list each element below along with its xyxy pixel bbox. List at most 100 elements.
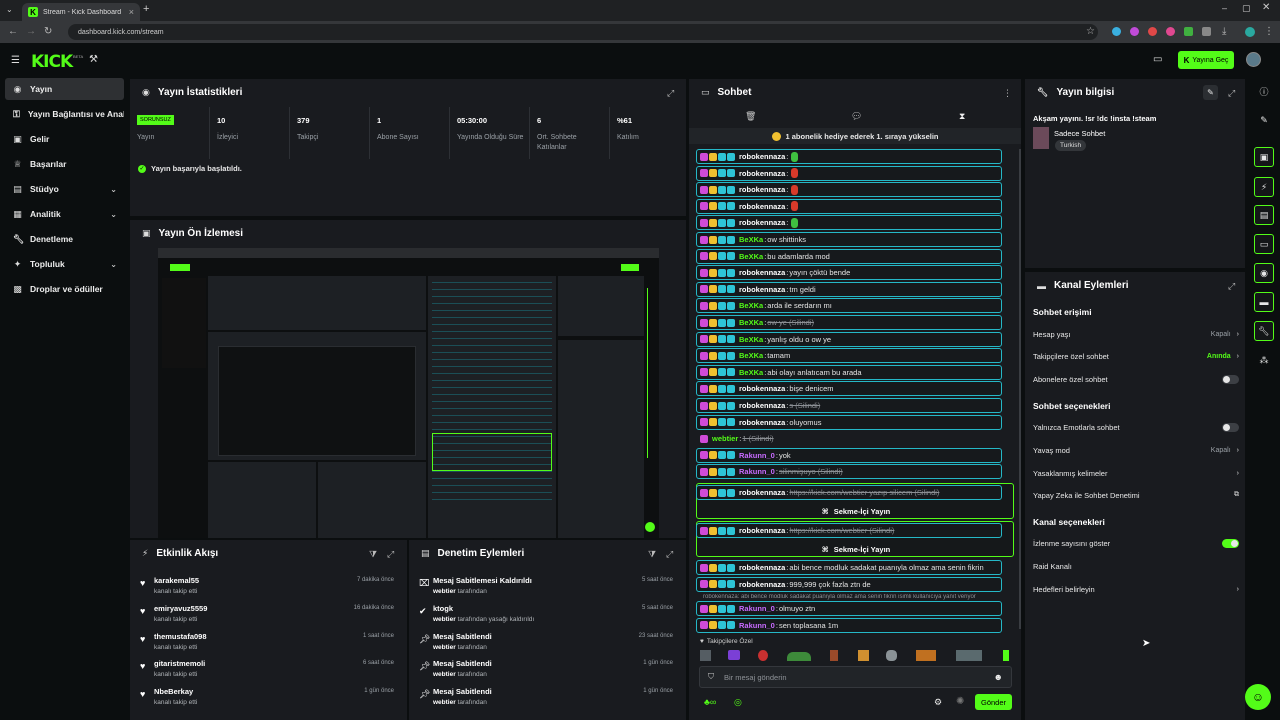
mod-actor[interactable]: webtier (433, 588, 456, 595)
hamburger-menu-icon[interactable]: ☰ (11, 55, 20, 66)
feed-user[interactable]: gitaristmemoli (154, 659, 205, 668)
sidebar-item-studyo[interactable]: ▤ Stüdyo ⌄ (5, 178, 124, 200)
chat-message[interactable]: webtier: 1 (Silindi) (696, 431, 1002, 446)
chat-username[interactable]: Rakunn_0 (739, 467, 775, 476)
trash-icon[interactable]: 🗑︎ (745, 111, 756, 122)
mod-actor[interactable]: webtier (433, 616, 456, 623)
chat-message[interactable]: robokennaza: yayın çöktü bende (696, 265, 1002, 281)
chat-username[interactable]: BeXKa (739, 318, 763, 327)
chat-username[interactable]: BeXKa (739, 301, 763, 310)
ai-moderation-row[interactable]: Yapay Zeka ile Sohbet Denetimi ⧉ (1033, 486, 1239, 504)
chat-username[interactable]: robokennaza (739, 401, 785, 410)
emote-icon[interactable] (758, 650, 768, 661)
sidebar-item-analitik[interactable]: ▦ Analitik ⌄ (5, 203, 124, 225)
in-tab-stream-button[interactable]: ⌘ Sekme-İçi Yayın (697, 502, 1015, 520)
emote-icon[interactable] (956, 650, 982, 661)
chat-message[interactable]: robokennaza: (696, 215, 1002, 231)
expand-icon[interactable]: ⤢ (1228, 88, 1235, 99)
extension-icon[interactable] (1202, 27, 1211, 36)
chat-username[interactable]: robokennaza (739, 488, 785, 497)
badge-icon[interactable]: ✺ (956, 696, 964, 707)
edit-pencil-icon[interactable]: ✎ (1254, 110, 1274, 130)
chat-username[interactable]: Rakunn_0 (739, 604, 775, 613)
extension-icon[interactable] (1148, 27, 1157, 36)
emote-icon[interactable] (886, 650, 897, 661)
chat-message[interactable]: robokennaza: https://kick.com/webtier ya… (696, 485, 1002, 500)
chat-message[interactable]: BeXKa: abi olayı anlatıcam bu arada (696, 364, 1002, 380)
stream-preview-video[interactable] (158, 248, 659, 538)
chat-username[interactable]: robokennaza (739, 580, 785, 589)
chat-message[interactable]: robokennaza: (696, 182, 1002, 198)
subscribers-only-toggle[interactable] (1222, 374, 1239, 384)
expand-icon[interactable]: ⤢ (1228, 281, 1235, 292)
extension-icon[interactable] (1184, 27, 1193, 36)
mod-actor[interactable]: webtier (433, 699, 456, 706)
rail-moderation-button[interactable]: ▤ (1254, 205, 1274, 225)
banned-words-row[interactable]: Yasaklanmış kelimeler › (1033, 464, 1239, 482)
help-chat-button[interactable]: ☺ (1245, 684, 1271, 710)
chat-username[interactable]: robokennaza (739, 418, 785, 427)
chat-message[interactable]: robokennaza: https://kick.com/webtier (S… (696, 523, 1002, 538)
feed-user[interactable]: emiryavuz5559 (154, 604, 207, 613)
mod-actor[interactable]: webtier (433, 671, 456, 678)
chat-message[interactable]: Rakunn_0: yok (696, 447, 1002, 463)
browser-menu-icon[interactable]: ⋮ (1264, 26, 1274, 37)
expand-icon[interactable]: ⤢ (666, 549, 673, 560)
chat-username[interactable]: robokennaza (739, 268, 785, 277)
kick-logo[interactable]: KICK (31, 52, 73, 72)
chat-input[interactable]: ⛉ Bir mesaj gönderin ☻ (699, 666, 1012, 688)
chat-username[interactable]: robokennaza (739, 384, 785, 393)
minimize-icon[interactable]: – (1222, 3, 1227, 13)
downloads-icon[interactable]: ⤓ (1222, 26, 1226, 37)
close-window-icon[interactable]: ✕ (1262, 2, 1270, 13)
show-viewcount-toggle[interactable] (1222, 538, 1239, 548)
chat-message[interactable]: robokennaza: tm geldi (696, 281, 1002, 297)
chat-username[interactable]: robokennaza (739, 185, 785, 194)
expand-icon[interactable]: ⤢ (387, 549, 394, 560)
sidebar-item-yayin[interactable]: ◉ Yayın (5, 78, 124, 100)
profile-avatar[interactable] (1245, 27, 1255, 37)
emoji-icon[interactable]: ☻ (994, 672, 1003, 682)
emote-icon[interactable] (700, 650, 711, 661)
loyalty-points-icon[interactable]: ♣∞ (704, 697, 716, 707)
rail-preview-button[interactable]: ▣ (1254, 147, 1274, 167)
sidebar-item-droplar[interactable]: ▩ Droplar ve ödüller (5, 278, 124, 300)
chat-username[interactable]: BeXKa (739, 335, 763, 344)
chat-message[interactable]: robokennaza: 999,999 çok fazla ztn de (696, 576, 1002, 592)
tab-menu-icon[interactable]: ⌄ (6, 5, 13, 14)
tools-icon[interactable]: ⚒ (89, 54, 98, 65)
extension-icon[interactable] (1130, 27, 1139, 36)
chat-message[interactable]: robokennaza: s (Silindi) (696, 398, 1002, 413)
sidebar-item-gelir[interactable]: ▣ Gelir (5, 128, 124, 150)
chat-username[interactable]: BeXKa (739, 351, 763, 360)
in-tab-stream-button[interactable]: ⌘ Sekme-İçi Yayın (697, 540, 1015, 558)
emote-only-toggle[interactable] (1222, 422, 1239, 432)
sidebar-item-denetleme[interactable]: 🔧︎ Denetleme (5, 228, 124, 250)
new-tab-icon[interactable]: + (143, 3, 149, 15)
back-icon[interactable]: ← (8, 26, 18, 37)
go-live-button[interactable]: K Yayına Geç (1178, 51, 1234, 69)
chat-username[interactable]: robokennaza (739, 285, 785, 294)
rail-actions-button[interactable]: ▬ (1254, 292, 1274, 312)
bookmark-star-icon[interactable]: ☆ (1086, 26, 1095, 37)
sidebar-item-topluluk[interactable]: ✦ Topluluk ⌄ (5, 253, 124, 275)
chat-message[interactable]: robokennaza: (696, 165, 1002, 181)
avatar[interactable] (1246, 52, 1261, 67)
send-button[interactable]: Gönder (975, 694, 1012, 710)
category-name[interactable]: Sadece Sohbet (1054, 129, 1105, 138)
emote-icon[interactable] (1003, 650, 1009, 661)
expand-icon[interactable]: ⤢ (667, 88, 674, 99)
mod-actor[interactable]: webtier (433, 644, 456, 651)
emote-icon[interactable] (916, 650, 936, 661)
tag-badge[interactable]: Turkish (1055, 140, 1087, 151)
layout-icon[interactable]: ⁂ (1254, 350, 1274, 370)
chat-message[interactable]: Rakunn_0: olmuyo ztn (696, 601, 1002, 616)
chat-username[interactable]: Rakunn_0 (739, 451, 775, 460)
chat-message[interactable]: BeXKa: tamam (696, 348, 1002, 364)
slow-mode-row[interactable]: Yavaş mod Kapalı › (1033, 441, 1239, 459)
forward-icon[interactable]: → (26, 26, 36, 37)
raid-channel-row[interactable]: Raid Kanalı (1033, 557, 1239, 575)
feed-user[interactable]: karakemal55 (154, 576, 199, 585)
settings-gear-icon[interactable]: ⚙ (934, 697, 942, 708)
rail-info-button[interactable]: 🔧︎ (1254, 321, 1274, 341)
